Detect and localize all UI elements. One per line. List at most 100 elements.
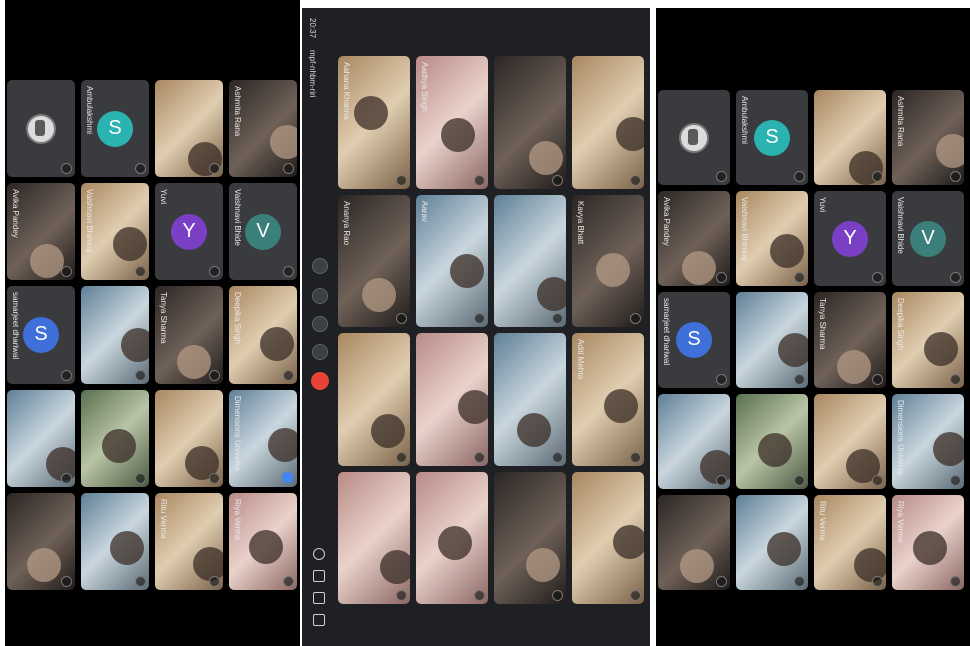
participant-video [441,118,476,153]
participant-name: Ananya Rao [342,200,351,245]
participant-tile[interactable] [658,494,730,590]
school-logo-icon [26,113,56,144]
people-icon[interactable] [313,570,325,582]
more-icon[interactable] [312,344,328,360]
mic-muted-icon [552,451,563,463]
mic-muted-icon [794,171,805,183]
participant-avatar: Y [171,213,207,250]
participant-tile[interactable]: Tanya Sharma [155,286,223,384]
participant-video [438,525,473,560]
participant-tile[interactable]: S Ambulakshmi [81,80,149,178]
participant-tile[interactable]: Deepika Singh [229,286,297,384]
participant-tile[interactable]: Vaishnavi Bhimraj [736,191,808,287]
end-call-icon[interactable] [311,372,329,390]
participant-tile[interactable] [155,389,223,487]
mic-muted-icon [61,575,72,587]
participant-tile[interactable]: Deepika Singh [892,292,964,388]
mic-muted-icon [872,373,883,385]
participant-video [837,349,872,384]
participant-name: Yuvi [818,197,827,213]
participant-tile[interactable] [814,90,886,186]
participant-tile[interactable] [494,333,566,466]
participant-tile[interactable]: Riya Verma [229,492,297,590]
participant-tile[interactable] [736,494,808,590]
participant-tile[interactable] [7,80,75,178]
present-icon[interactable] [312,316,328,332]
side-panel-icons [310,548,330,638]
participant-tile[interactable]: Aarav [416,194,488,327]
participant-tile[interactable]: Riya Verma [892,494,964,590]
participant-tile[interactable] [736,393,808,489]
participant-tile[interactable]: Kavya Bhatt [572,194,644,327]
participant-tile[interactable] [81,389,149,487]
participant-tile[interactable] [7,492,75,590]
participant-tile[interactable]: V Vaishnavi Bhide [892,191,964,287]
participant-tile[interactable] [658,90,730,186]
participant-tile[interactable] [7,389,75,487]
participant-name: Riya Verma [233,498,242,541]
participant-tile[interactable] [736,292,808,388]
participant-name: Vaishnavi Bhide [233,189,242,246]
mic-muted-icon [716,171,727,183]
participant-video [769,234,804,269]
participant-avatar: S [97,110,133,147]
mic-muted-icon [135,575,146,587]
participant-tile[interactable]: Vaishnavi Bhimraj [81,183,149,281]
participant-tile[interactable]: S Ambulakshmi [736,90,808,186]
participant-tile[interactable]: Tanya Sharma [814,292,886,388]
participant-tile[interactable]: Aahana Khanna [338,56,410,189]
participant-tile[interactable]: Ssamarjeet dhariwal [658,292,730,388]
participant-tile[interactable]: Ananya Rao [338,194,410,327]
participant-tile[interactable] [572,56,644,189]
participant-tile[interactable] [494,471,566,604]
participant-name: Vaishnavi Bhimraj [740,197,749,261]
mic-muted-icon [630,174,641,186]
mic-muted-icon [135,163,146,175]
participant-video [924,332,959,367]
mic-muted-icon [209,163,220,175]
participant-video [458,389,488,424]
participant-tile[interactable]: Dimensions Universe [229,389,297,487]
participant-tile[interactable]: Aadhya Singh [416,56,488,189]
camera-icon[interactable] [312,288,328,304]
participant-tile[interactable]: V Vaishnavi Bhide [229,183,297,281]
participant-name: Dimensions Universe [896,399,905,476]
activities-icon[interactable] [313,614,325,626]
participant-tile[interactable] [494,56,566,189]
participant-tile[interactable]: Avika Pandey [658,191,730,287]
participant-tile[interactable] [338,333,410,466]
chat-icon[interactable] [313,592,325,604]
participant-avatar: V [910,220,946,257]
participant-tile[interactable]: Ashmita Rana [892,90,964,186]
mic-muted-icon [209,472,220,484]
participant-name: Ashmita Rana [896,96,905,147]
participant-tile[interactable] [416,471,488,604]
participant-tile[interactable] [572,471,644,604]
participant-tile[interactable]: Aditi Mehta [572,333,644,466]
participant-name: Ambulakshmi [85,86,94,135]
participant-tile[interactable]: Y Yuvi [814,191,886,287]
participant-tile[interactable]: Ritu Verma [814,494,886,590]
mic-muted-icon [630,451,641,463]
pin-icon[interactable] [282,471,293,483]
mic-icon[interactable] [312,258,328,274]
participant-tile[interactable]: Ritu Verma [155,492,223,590]
participant-tile[interactable] [814,393,886,489]
participant-tile[interactable] [155,80,223,178]
participant-video [595,252,630,287]
participant-tile[interactable] [81,286,149,384]
participant-avatar: S [754,119,790,156]
mic-muted-icon [950,373,961,385]
participant-tile[interactable] [416,333,488,466]
participant-tile[interactable]: Y Yuvi [155,183,223,281]
participant-tile[interactable] [338,471,410,604]
participant-tile[interactable]: Avika Pandey [7,183,75,281]
participant-tile[interactable] [658,393,730,489]
participant-tile[interactable]: Ssamarjeet dhariwal [7,286,75,384]
info-icon[interactable] [313,548,325,560]
participant-tile[interactable] [81,492,149,590]
participant-grid-middle: Aahana Khanna Aadhya Singh Ananya Rao Aarav… [338,56,644,604]
participant-tile[interactable]: Dimensions Universe [892,393,964,489]
participant-tile[interactable]: Ashmita Rana [229,80,297,178]
participant-tile[interactable] [494,194,566,327]
